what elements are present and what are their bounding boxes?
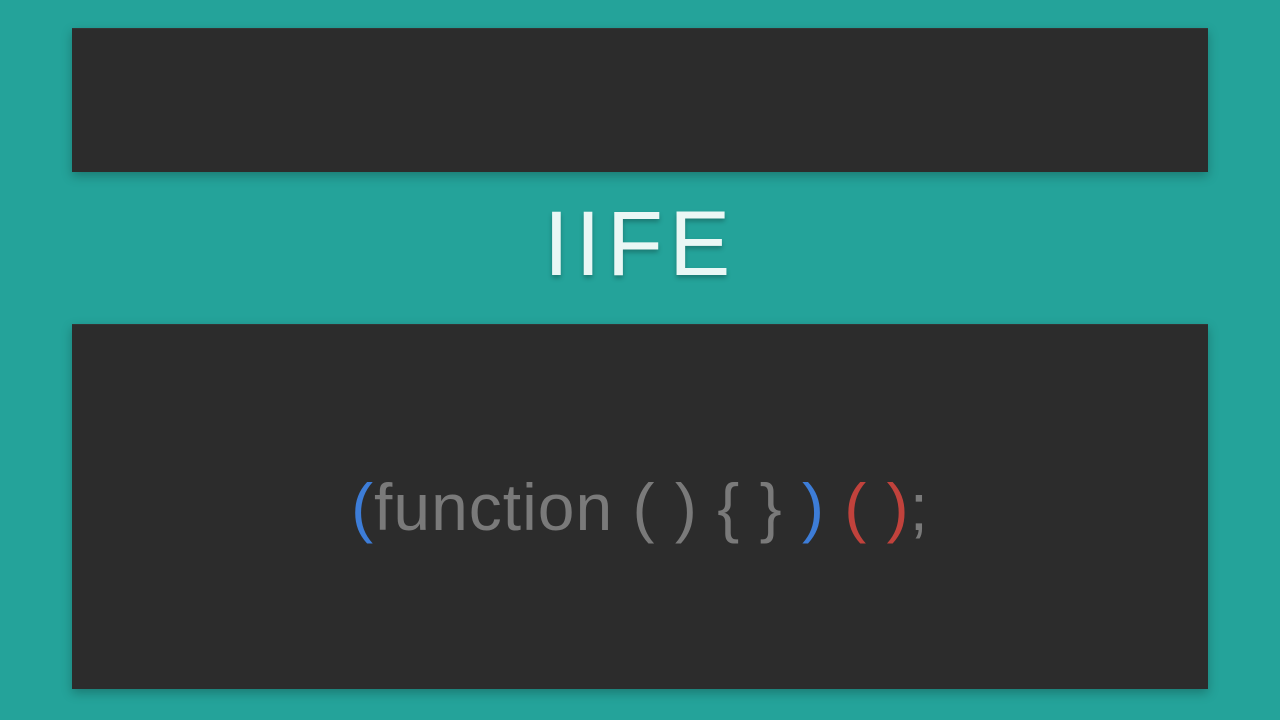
code-panel: (function ( ) { } ) ( ); xyxy=(72,324,1208,689)
code-token: { } xyxy=(717,470,802,544)
top-panel xyxy=(72,28,1208,172)
code-token: ( ) xyxy=(844,470,909,544)
code-token: ( ) xyxy=(633,470,718,544)
code-token: ) xyxy=(802,470,844,544)
code-snippet: (function ( ) { } ) ( ); xyxy=(351,469,929,545)
code-token: function xyxy=(374,470,633,544)
code-token: ( xyxy=(351,470,374,544)
slide-title: IIFE xyxy=(0,192,1280,297)
code-token: ; xyxy=(910,470,929,544)
